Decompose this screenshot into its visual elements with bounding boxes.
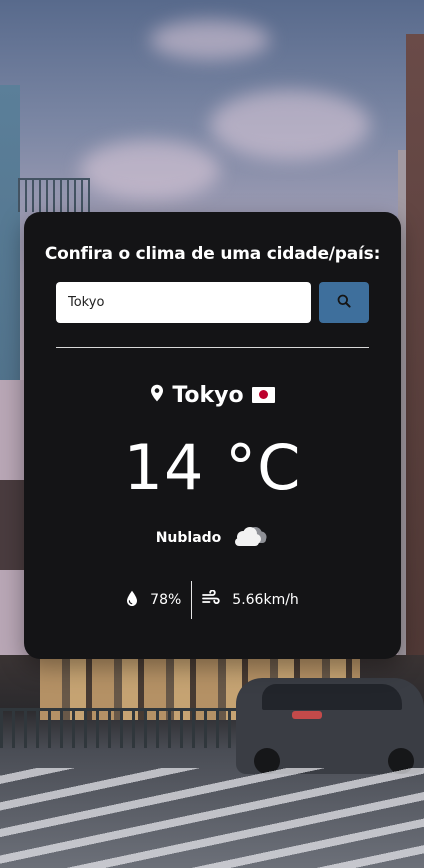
water-drop-icon bbox=[126, 590, 138, 611]
car-taillight bbox=[292, 711, 322, 719]
balcony-railing bbox=[18, 178, 90, 212]
humidity: 78% bbox=[116, 590, 191, 611]
cloud-shape bbox=[150, 20, 270, 60]
temperature: 14 °C bbox=[123, 431, 302, 504]
weather-details: 78% 5.66km/h bbox=[24, 580, 401, 620]
search-icon bbox=[337, 294, 351, 311]
street-fence bbox=[0, 708, 240, 748]
condition-row: Nublado bbox=[24, 524, 401, 552]
city-name: Tokyo bbox=[172, 382, 244, 408]
humidity-value: 78% bbox=[150, 592, 182, 608]
location-pin-icon bbox=[150, 384, 164, 406]
location-row: Tokyo bbox=[24, 380, 401, 410]
japan-flag-icon bbox=[251, 387, 275, 403]
car-window bbox=[262, 684, 402, 710]
search-heading: Confira o clima de uma cidade/país: bbox=[44, 244, 381, 264]
weather-description: Nublado bbox=[155, 530, 222, 546]
crosswalk bbox=[0, 768, 424, 868]
divider bbox=[56, 347, 369, 348]
wind-icon bbox=[202, 589, 220, 610]
wind: 5.66km/h bbox=[192, 589, 309, 610]
building-right bbox=[406, 34, 424, 754]
weather-card: Confira o clima de uma cidade/país: Toky… bbox=[24, 212, 401, 659]
city-search-input[interactable] bbox=[56, 282, 311, 323]
search-button[interactable] bbox=[319, 282, 369, 323]
wind-value: 5.66km/h bbox=[232, 592, 299, 608]
cloud-shape bbox=[210, 90, 370, 160]
building-left-brick bbox=[0, 480, 26, 570]
cloud-shape bbox=[80, 140, 220, 200]
cloud-icon bbox=[231, 524, 269, 552]
